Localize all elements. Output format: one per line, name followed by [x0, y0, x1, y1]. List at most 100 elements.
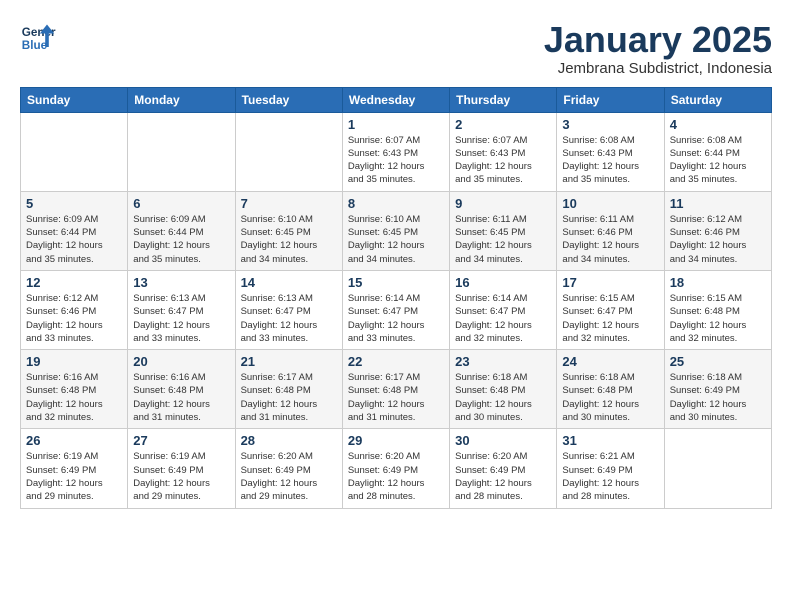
day-info: Sunrise: 6:07 AM Sunset: 6:43 PM Dayligh…: [348, 134, 444, 187]
day-number: 5: [26, 196, 122, 211]
calendar-cell: 10 Sunrise: 6:11 AM Sunset: 6:46 PM Dayli…: [557, 191, 664, 270]
day-number: 4: [670, 117, 766, 132]
day-info: Sunrise: 6:19 AM Sunset: 6:49 PM Dayligh…: [26, 450, 122, 503]
calendar-cell: 24 Sunrise: 6:18 AM Sunset: 6:48 PM Dayli…: [557, 350, 664, 429]
weekday-header-friday: Friday: [557, 87, 664, 112]
day-number: 18: [670, 275, 766, 290]
day-info: Sunrise: 6:12 AM Sunset: 6:46 PM Dayligh…: [670, 213, 766, 266]
weekday-header-tuesday: Tuesday: [235, 87, 342, 112]
day-info: Sunrise: 6:08 AM Sunset: 6:44 PM Dayligh…: [670, 134, 766, 187]
day-number: 25: [670, 354, 766, 369]
day-info: Sunrise: 6:19 AM Sunset: 6:49 PM Dayligh…: [133, 450, 229, 503]
day-number: 16: [455, 275, 551, 290]
page-header: General Blue January 2025 Jembrana Subdi…: [20, 20, 772, 77]
calendar-subtitle: Jembrana Subdistrict, Indonesia: [544, 60, 772, 77]
day-info: Sunrise: 6:09 AM Sunset: 6:44 PM Dayligh…: [26, 213, 122, 266]
day-number: 10: [562, 196, 658, 211]
weekday-header-wednesday: Wednesday: [342, 87, 449, 112]
day-info: Sunrise: 6:10 AM Sunset: 6:45 PM Dayligh…: [348, 213, 444, 266]
day-info: Sunrise: 6:13 AM Sunset: 6:47 PM Dayligh…: [133, 292, 229, 345]
calendar-cell: 15 Sunrise: 6:14 AM Sunset: 6:47 PM Dayli…: [342, 270, 449, 349]
weekday-header-thursday: Thursday: [450, 87, 557, 112]
day-info: Sunrise: 6:13 AM Sunset: 6:47 PM Dayligh…: [241, 292, 337, 345]
calendar-cell: 13 Sunrise: 6:13 AM Sunset: 6:47 PM Dayli…: [128, 270, 235, 349]
day-number: 24: [562, 354, 658, 369]
day-info: Sunrise: 6:11 AM Sunset: 6:45 PM Dayligh…: [455, 213, 551, 266]
day-info: Sunrise: 6:14 AM Sunset: 6:47 PM Dayligh…: [348, 292, 444, 345]
calendar-week-row: 26 Sunrise: 6:19 AM Sunset: 6:49 PM Dayli…: [21, 429, 772, 508]
day-number: 14: [241, 275, 337, 290]
day-number: 12: [26, 275, 122, 290]
calendar-cell: [128, 112, 235, 191]
day-info: Sunrise: 6:18 AM Sunset: 6:48 PM Dayligh…: [562, 371, 658, 424]
calendar-table: SundayMondayTuesdayWednesdayThursdayFrid…: [20, 87, 772, 509]
day-info: Sunrise: 6:18 AM Sunset: 6:48 PM Dayligh…: [455, 371, 551, 424]
calendar-week-row: 5 Sunrise: 6:09 AM Sunset: 6:44 PM Daylig…: [21, 191, 772, 270]
calendar-cell: 7 Sunrise: 6:10 AM Sunset: 6:45 PM Daylig…: [235, 191, 342, 270]
day-info: Sunrise: 6:17 AM Sunset: 6:48 PM Dayligh…: [348, 371, 444, 424]
calendar-cell: 20Sunrise: 6:16 AM Sunset: 6:48 PM Dayli…: [128, 350, 235, 429]
day-info: Sunrise: 6:10 AM Sunset: 6:45 PM Dayligh…: [241, 213, 337, 266]
day-info: Sunrise: 6:16 AM Sunset: 6:48 PM Dayligh…: [133, 371, 229, 424]
day-number: 11: [670, 196, 766, 211]
day-info: Sunrise: 6:11 AM Sunset: 6:46 PM Dayligh…: [562, 213, 658, 266]
calendar-cell: 5 Sunrise: 6:09 AM Sunset: 6:44 PM Daylig…: [21, 191, 128, 270]
calendar-cell: 9 Sunrise: 6:11 AM Sunset: 6:45 PM Daylig…: [450, 191, 557, 270]
day-number: 19: [26, 354, 122, 369]
day-number: 13: [133, 275, 229, 290]
day-number: 17: [562, 275, 658, 290]
calendar-week-row: 1 Sunrise: 6:07 AM Sunset: 6:43 PM Daylig…: [21, 112, 772, 191]
calendar-cell: 3 Sunrise: 6:08 AM Sunset: 6:43 PM Daylig…: [557, 112, 664, 191]
day-info: Sunrise: 6:08 AM Sunset: 6:43 PM Dayligh…: [562, 134, 658, 187]
day-number: 21: [241, 354, 337, 369]
weekday-header-saturday: Saturday: [664, 87, 771, 112]
day-info: Sunrise: 6:18 AM Sunset: 6:49 PM Dayligh…: [670, 371, 766, 424]
day-number: 6: [133, 196, 229, 211]
day-number: 22: [348, 354, 444, 369]
day-number: 26: [26, 433, 122, 448]
day-info: Sunrise: 6:07 AM Sunset: 6:43 PM Dayligh…: [455, 134, 551, 187]
day-number: 2: [455, 117, 551, 132]
day-number: 28: [241, 433, 337, 448]
calendar-cell: 2 Sunrise: 6:07 AM Sunset: 6:43 PM Daylig…: [450, 112, 557, 191]
day-info: Sunrise: 6:12 AM Sunset: 6:46 PM Dayligh…: [26, 292, 122, 345]
day-number: 31: [562, 433, 658, 448]
day-info: Sunrise: 6:16 AM Sunset: 6:48 PM Dayligh…: [26, 371, 122, 424]
day-info: Sunrise: 6:20 AM Sunset: 6:49 PM Dayligh…: [455, 450, 551, 503]
calendar-cell: 4 Sunrise: 6:08 AM Sunset: 6:44 PM Daylig…: [664, 112, 771, 191]
calendar-cell: 27Sunrise: 6:19 AM Sunset: 6:49 PM Dayli…: [128, 429, 235, 508]
weekday-header-row: SundayMondayTuesdayWednesdayThursdayFrid…: [21, 87, 772, 112]
weekday-header-monday: Monday: [128, 87, 235, 112]
calendar-week-row: 12 Sunrise: 6:12 AM Sunset: 6:46 PM Dayli…: [21, 270, 772, 349]
logo-icon: General Blue: [20, 20, 56, 56]
day-info: Sunrise: 6:20 AM Sunset: 6:49 PM Dayligh…: [348, 450, 444, 503]
calendar-cell: 25 Sunrise: 6:18 AM Sunset: 6:49 PM Dayli…: [664, 350, 771, 429]
day-number: 9: [455, 196, 551, 211]
logo: General Blue: [20, 20, 56, 56]
day-number: 1: [348, 117, 444, 132]
calendar-cell: 30 Sunrise: 6:20 AM Sunset: 6:49 PM Dayli…: [450, 429, 557, 508]
calendar-cell: [21, 112, 128, 191]
day-info: Sunrise: 6:09 AM Sunset: 6:44 PM Dayligh…: [133, 213, 229, 266]
day-number: 30: [455, 433, 551, 448]
day-number: 7: [241, 196, 337, 211]
day-number: 29: [348, 433, 444, 448]
day-number: 8: [348, 196, 444, 211]
day-number: 3: [562, 117, 658, 132]
calendar-cell: 28Sunrise: 6:20 AM Sunset: 6:49 PM Dayli…: [235, 429, 342, 508]
calendar-cell: 6 Sunrise: 6:09 AM Sunset: 6:44 PM Daylig…: [128, 191, 235, 270]
calendar-cell: 21 Sunrise: 6:17 AM Sunset: 6:48 PM Dayli…: [235, 350, 342, 429]
title-block: January 2025 Jembrana Subdistrict, Indon…: [544, 20, 772, 77]
day-number: 15: [348, 275, 444, 290]
calendar-cell: 11 Sunrise: 6:12 AM Sunset: 6:46 PM Dayli…: [664, 191, 771, 270]
calendar-cell: 16Sunrise: 6:14 AM Sunset: 6:47 PM Dayli…: [450, 270, 557, 349]
calendar-week-row: 19 Sunrise: 6:16 AM Sunset: 6:48 PM Dayli…: [21, 350, 772, 429]
calendar-cell: 22 Sunrise: 6:17 AM Sunset: 6:48 PM Dayli…: [342, 350, 449, 429]
calendar-cell: 14 Sunrise: 6:13 AM Sunset: 6:47 PM Dayli…: [235, 270, 342, 349]
calendar-cell: 31 Sunrise: 6:21 AM Sunset: 6:49 PM Dayli…: [557, 429, 664, 508]
day-info: Sunrise: 6:21 AM Sunset: 6:49 PM Dayligh…: [562, 450, 658, 503]
calendar-cell: 1 Sunrise: 6:07 AM Sunset: 6:43 PM Daylig…: [342, 112, 449, 191]
svg-text:Blue: Blue: [22, 39, 48, 52]
calendar-cell: 17Sunrise: 6:15 AM Sunset: 6:47 PM Dayli…: [557, 270, 664, 349]
day-info: Sunrise: 6:17 AM Sunset: 6:48 PM Dayligh…: [241, 371, 337, 424]
